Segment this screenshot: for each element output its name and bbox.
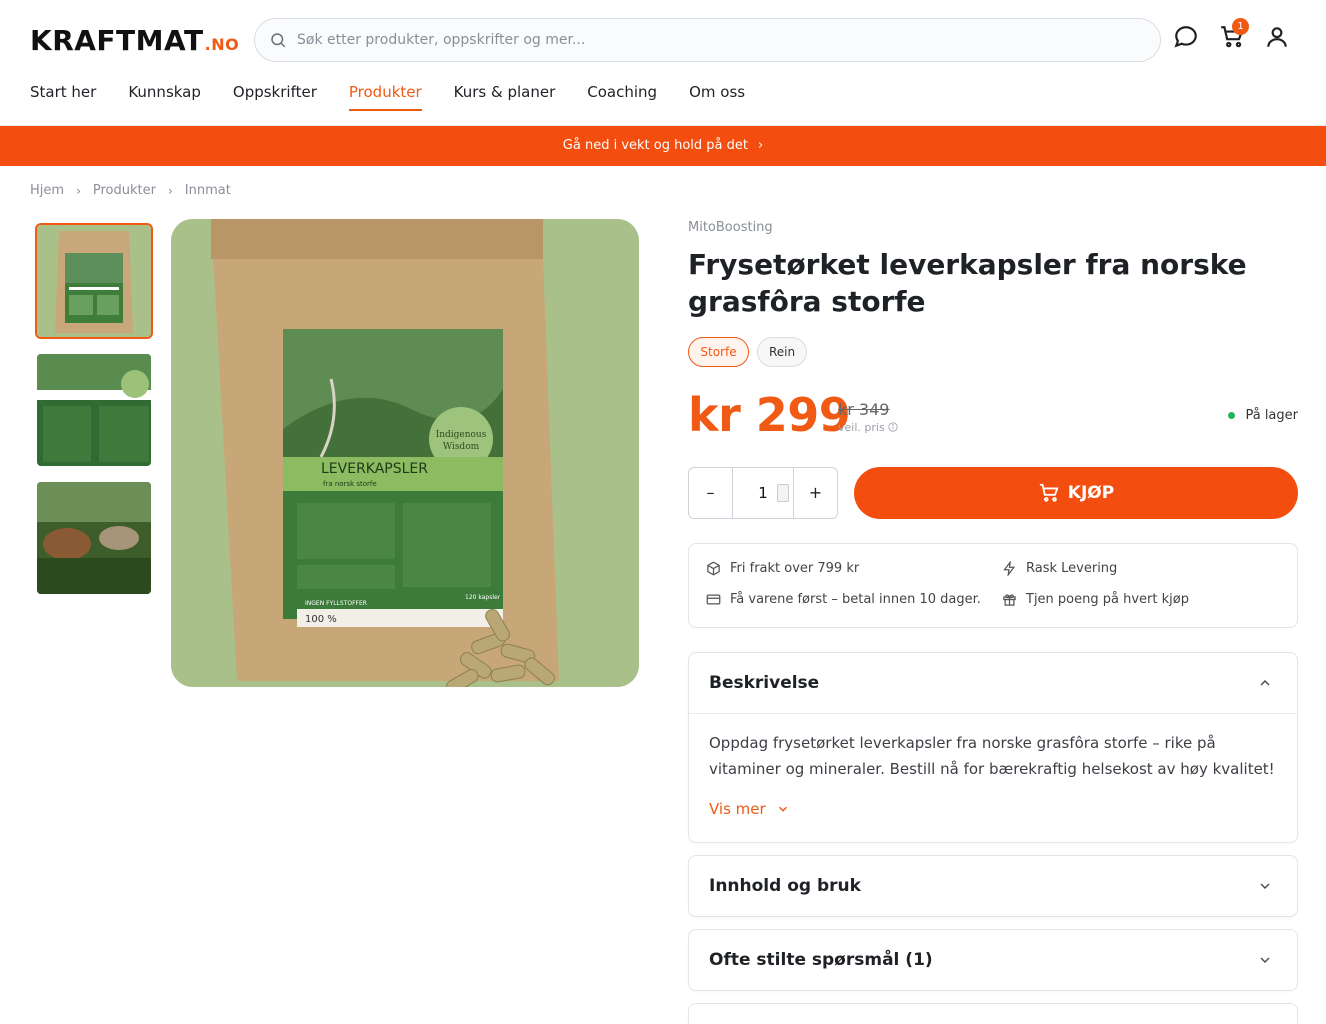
pouch-count: 120 kapsler xyxy=(465,594,501,601)
nav-item-om-oss[interactable]: Om oss xyxy=(689,83,745,111)
recommended-price-text: veil. pris xyxy=(838,421,885,434)
product-thumbnail-2[interactable] xyxy=(35,352,153,468)
nav-item-start-her[interactable]: Start her xyxy=(30,83,96,111)
perk-pay-later: Få varene først – betal innen 10 dager. xyxy=(706,592,981,607)
accordion-description: Beskrivelse Oppdag frysetørket leverkaps… xyxy=(688,652,1298,843)
thumbnail-cattle-image xyxy=(37,482,151,594)
product-thumbnail-3[interactable] xyxy=(35,480,153,596)
quantity-stepper: – 1 + xyxy=(688,467,838,519)
breadcrumb-innmat[interactable]: Innmat xyxy=(185,183,231,198)
accordion-title: Innhold og bruk xyxy=(709,876,861,896)
product-thumbnail-1[interactable] xyxy=(35,223,153,339)
product-title: Frysetørket leverkapsler fra norske gras… xyxy=(688,248,1247,318)
chevron-up-icon xyxy=(1260,680,1270,686)
product-old-price: kr 349 xyxy=(838,400,890,419)
show-more-label: Vis mer xyxy=(709,800,766,818)
product-pouch-image: Indigenous Wisdom LEVERKAPSLER fra norsk… xyxy=(171,219,639,687)
quantity-increase-button[interactable]: + xyxy=(793,468,837,518)
variant-storfe[interactable]: Storfe xyxy=(688,337,749,367)
accordion-usage: Innhold og bruk xyxy=(688,855,1298,917)
perk-label: Fri frakt over 799 kr xyxy=(730,561,860,576)
accordion-faq: Ofte stilte spørsmål (1) xyxy=(688,929,1298,991)
perk-free-shipping: Fri frakt over 799 kr xyxy=(706,561,859,576)
breadcrumb-hjem[interactable]: Hjem xyxy=(30,183,64,198)
product-price: kr 299 xyxy=(688,388,851,442)
chevron-down-icon xyxy=(1260,883,1270,889)
buy-button[interactable]: KJØP xyxy=(854,467,1298,519)
chevron-right-icon: › xyxy=(76,183,81,198)
lightning-icon xyxy=(1003,561,1016,576)
accordion-title: Beskrivelse xyxy=(709,673,820,693)
perk-label: Rask Levering xyxy=(1026,561,1118,576)
gift-icon xyxy=(1003,594,1016,606)
accordion-faq-header[interactable]: Ofte stilte spørsmål (1) xyxy=(689,930,1297,990)
promo-banner-text: Gå ned i vekt og hold på det xyxy=(562,138,748,153)
info-icon[interactable] xyxy=(888,422,898,432)
logo-text: KRAFTMAT xyxy=(30,24,204,57)
package-icon xyxy=(707,561,720,576)
breadcrumb: Hjem › Produkter › Innmat xyxy=(30,183,231,198)
nav-item-kurs-planer[interactable]: Kurs & planer xyxy=(454,83,556,111)
accordion-description-header[interactable]: Beskrivelse xyxy=(689,653,1297,713)
show-more-button[interactable]: Vis mer xyxy=(709,796,1277,822)
nav-item-oppskrifter[interactable]: Oppskrifter xyxy=(233,83,317,111)
product-brand[interactable]: MitoBoosting xyxy=(688,220,773,235)
accordion-usage-header[interactable]: Innhold og bruk xyxy=(689,856,1297,916)
logo-line-1: Indigenous xyxy=(436,430,487,440)
recommended-price-label: veil. pris xyxy=(838,421,898,434)
cart-count-badge: 1 xyxy=(1232,18,1249,35)
stock-text: På lager xyxy=(1245,408,1298,423)
perk-fast-delivery: Rask Levering xyxy=(1002,561,1117,576)
cart-icon xyxy=(1039,483,1059,502)
logo-line-2: Wisdom xyxy=(443,442,480,452)
quantity-decrease-button[interactable]: – xyxy=(689,468,733,518)
chevron-right-icon: › xyxy=(758,138,764,153)
main-nav: Start her Kunnskap Oppskrifter Produkter… xyxy=(30,83,777,111)
chevron-right-icon: › xyxy=(167,183,173,198)
variant-rein[interactable]: Rein xyxy=(757,337,807,367)
pouch-subtitle: fra norsk storfe xyxy=(323,480,377,488)
perk-label: Tjen poeng på hvert kjøp xyxy=(1026,592,1189,607)
quantity-spinner-icon[interactable] xyxy=(777,484,789,502)
pouch-no-fillers: INGEN FYLLSTOFFER xyxy=(305,600,367,607)
promo-banner[interactable]: Gå ned i vekt og hold på det › xyxy=(0,126,1326,166)
nav-item-kunnskap[interactable]: Kunnskap xyxy=(128,83,201,111)
description-text: Oppdag frysetørket leverkapsler fra nors… xyxy=(709,734,1275,778)
perk-points: Tjen poeng på hvert kjøp xyxy=(1002,592,1189,607)
perks-box: Fri frakt over 799 kr Rask Levering Få v… xyxy=(688,543,1298,628)
card-icon xyxy=(706,594,721,605)
nav-item-produkter[interactable]: Produkter xyxy=(348,83,422,111)
chevron-down-icon xyxy=(1260,957,1270,963)
nav-item-coaching[interactable]: Coaching xyxy=(587,83,657,111)
chat-icon[interactable] xyxy=(1173,24,1199,50)
user-icon[interactable] xyxy=(1264,24,1290,50)
pouch-product-name: LEVERKAPSLER xyxy=(321,461,428,477)
site-header: KRAFTMAT.NO 1 Start her Kunnskap Oppskri… xyxy=(0,0,1326,126)
accordion-title: Ofte stilte spørsmål (1) xyxy=(709,950,933,970)
buy-button-label: KJØP xyxy=(1067,483,1115,503)
search-input[interactable] xyxy=(297,19,1137,61)
search-icon xyxy=(271,33,286,48)
thumbnail-pouch-image xyxy=(37,225,151,337)
chevron-down-icon xyxy=(778,806,787,812)
accordion-description-body: Oppdag frysetørket leverkapsler fra nors… xyxy=(689,713,1297,822)
logo-tld: .NO xyxy=(204,35,240,54)
stock-dot-icon xyxy=(1228,412,1236,419)
product-main-image[interactable]: Indigenous Wisdom LEVERKAPSLER fra norsk… xyxy=(171,219,639,687)
accordion-next[interactable] xyxy=(688,1003,1298,1024)
perk-label: Få varene først – betal innen 10 dager. xyxy=(730,592,981,607)
search-bar[interactable] xyxy=(254,18,1161,62)
stock-status: På lager xyxy=(1228,408,1298,423)
thumbnail-label-image xyxy=(37,354,151,466)
site-logo[interactable]: KRAFTMAT.NO xyxy=(30,24,239,57)
pouch-footer: 100 % xyxy=(305,614,337,625)
breadcrumb-produkter[interactable]: Produkter xyxy=(93,183,156,198)
